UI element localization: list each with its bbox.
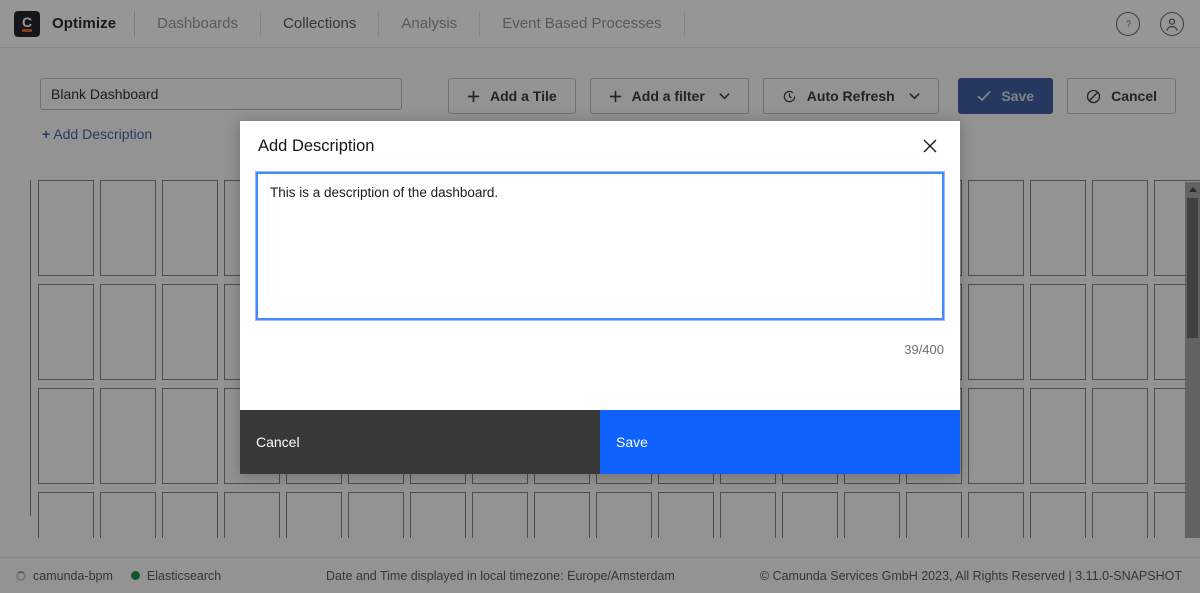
app-root: C Optimize Dashboards Collections Analys… (0, 0, 1200, 593)
modal-body: 39/400 (240, 171, 960, 410)
modal-footer: Cancel Save (240, 410, 960, 474)
modal-title: Add Description (258, 137, 375, 155)
modal-cancel-button[interactable]: Cancel (240, 410, 600, 474)
modal-save-button[interactable]: Save (600, 410, 960, 474)
add-description-modal: Add Description 39/400 Cancel Save (240, 121, 960, 474)
character-counter: 39/400 (904, 342, 944, 357)
modal-header: Add Description (240, 121, 960, 172)
description-textarea[interactable] (255, 171, 945, 321)
close-icon[interactable] (914, 130, 946, 162)
